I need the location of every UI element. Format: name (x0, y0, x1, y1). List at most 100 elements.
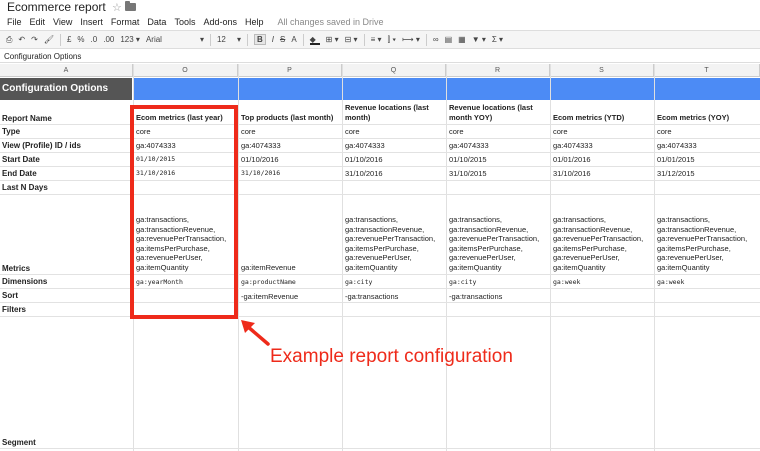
cell-start-date[interactable]: 01/10/2016 (239, 155, 279, 165)
row-label-filters[interactable]: Filters (2, 305, 26, 314)
row-label-segment[interactable]: Segment (2, 438, 36, 447)
menu-insert[interactable]: Insert (80, 17, 103, 27)
cell-start-date[interactable]: 01/10/2016 (343, 155, 383, 165)
row-label-sort[interactable]: Sort (2, 291, 18, 300)
cell-start-date[interactable]: 01/01/2015 (655, 155, 695, 165)
cell-type[interactable]: core (343, 127, 360, 137)
merge-cells-icon[interactable]: ⊟ ▾ (345, 35, 358, 44)
cell-report-name[interactable]: Ecom metrics (YOY) (655, 113, 729, 123)
cell-type[interactable]: core (551, 127, 568, 137)
cell-type[interactable]: core (447, 127, 464, 137)
cell-view-id[interactable]: ga:4074333 (551, 141, 593, 151)
cell-sort[interactable]: -ga:itemRevenue (239, 292, 298, 302)
column-header-r[interactable]: R (446, 64, 550, 77)
font-size-select[interactable]: 12 ▾ (217, 35, 241, 44)
undo-icon[interactable]: ↶ (18, 35, 25, 44)
menu-data[interactable]: Data (147, 17, 166, 27)
cell-end-date[interactable]: 31/10/2016 (551, 169, 591, 179)
column-header-p[interactable]: P (238, 64, 342, 77)
column-header-o[interactable]: O (133, 64, 238, 77)
cell-metrics[interactable]: ga:transactions, ga:transactionRevenue, … (655, 215, 747, 272)
paint-format-icon[interactable]: 🖌︎ (44, 35, 54, 44)
insert-comment-icon[interactable]: ▤ (445, 35, 453, 44)
horizontal-align-icon[interactable]: ≡ ▾ (371, 35, 382, 44)
increase-decimal-button[interactable]: .00 (103, 35, 114, 44)
currency-button[interactable]: £ (67, 35, 71, 44)
print-icon[interactable]: ⎙ (6, 35, 12, 45)
row-label-end-date[interactable]: End Date (2, 169, 37, 178)
cell-report-name[interactable]: Ecom metrics (YTD) (551, 113, 624, 123)
cell-start-date[interactable]: 01/01/2016 (551, 155, 591, 165)
cell-end-date[interactable]: 31/10/2016 (343, 169, 383, 179)
cell-end-date[interactable]: 31/10/2016 (239, 169, 280, 179)
grid-line (0, 274, 760, 275)
column-header-a[interactable]: A (0, 64, 133, 77)
column-header-t[interactable]: T (654, 64, 760, 77)
menu-file[interactable]: File (7, 17, 22, 27)
text-color-button[interactable]: A (291, 35, 296, 44)
cell-metrics[interactable]: ga:transactions, ga:transactionRevenue, … (551, 215, 643, 272)
toolbar-divider (246, 33, 248, 46)
cell-report-name[interactable]: Revenue locations (last month) (343, 103, 429, 122)
vertical-align-icon[interactable]: ⫿ ▾ (387, 35, 396, 45)
cell-metrics[interactable]: ga:itemRevenue (239, 263, 296, 273)
cell-type[interactable]: core (239, 127, 256, 137)
column-header-s[interactable]: S (550, 64, 654, 77)
row-label-start-date[interactable]: Start Date (2, 155, 40, 164)
strikethrough-button[interactable]: S (280, 35, 285, 44)
redo-icon[interactable]: ↷ (31, 35, 38, 44)
cell-report-name[interactable]: Top products (last month) (239, 113, 333, 123)
menu-view[interactable]: View (53, 17, 72, 27)
text-wrap-icon[interactable]: ⟼ ▾ (402, 35, 420, 44)
row-label-metrics[interactable]: Metrics (2, 264, 30, 273)
percent-button[interactable]: % (77, 35, 84, 44)
cell-report-name[interactable]: Revenue locations (last month YOY) (447, 103, 533, 122)
filter-icon[interactable]: ▼ ▾ (472, 35, 486, 44)
menu-help[interactable]: Help (245, 17, 264, 27)
menu-tools[interactable]: Tools (174, 17, 195, 27)
cell-dimensions[interactable]: ga:productName (239, 278, 296, 288)
number-format-button[interactable]: 123 ▾ (120, 35, 140, 44)
cell-view-id[interactable]: ga:4074333 (343, 141, 385, 151)
fill-color-icon[interactable]: ◆ (309, 35, 320, 45)
cell-dimensions[interactable]: ga:week (655, 278, 684, 288)
menu-addons[interactable]: Add-ons (203, 17, 237, 27)
cell-dimensions[interactable]: ga:city (447, 278, 476, 288)
cell-view-id[interactable]: ga:4074333 (447, 141, 489, 151)
decrease-decimal-button[interactable]: .0 (91, 35, 98, 44)
cell-dimensions[interactable]: ga:city (343, 278, 372, 288)
insert-link-icon[interactable]: ∞ (433, 35, 439, 44)
document-title[interactable]: Ecommerce report (7, 0, 106, 14)
cell-type[interactable]: core (655, 127, 672, 137)
cell-view-id[interactable]: ga:4074333 (655, 141, 697, 151)
menu-format[interactable]: Format (111, 17, 140, 27)
cell-sort[interactable]: -ga:transactions (343, 292, 398, 302)
font-select[interactable]: Arial ▾ (146, 35, 204, 44)
cell-sort[interactable]: -ga:transactions (447, 292, 502, 302)
section-title[interactable]: Configuration Options (0, 78, 132, 100)
cell-view-id[interactable]: ga:4074333 (239, 141, 281, 151)
insert-chart-icon[interactable]: ▦ (458, 35, 466, 44)
row-label-dimensions[interactable]: Dimensions (2, 277, 47, 286)
row-label-type[interactable]: Type (2, 127, 20, 136)
borders-icon[interactable]: ⊞ ▾ (326, 35, 339, 44)
formula-bar[interactable]: Configuration Options (0, 50, 760, 63)
cell-metrics[interactable]: ga:transactions, ga:transactionRevenue, … (343, 215, 435, 272)
cell-start-date[interactable]: 01/10/2015 (447, 155, 487, 165)
star-icon[interactable]: ☆ (112, 1, 122, 14)
menu-edit[interactable]: Edit (30, 17, 46, 27)
row-label-report-name[interactable]: Report Name (2, 114, 52, 123)
grid-line (0, 152, 760, 153)
italic-button[interactable]: I (272, 35, 274, 44)
cell-metrics[interactable]: ga:transactions, ga:transactionRevenue, … (447, 215, 539, 272)
row-label-last-n-days[interactable]: Last N Days (2, 183, 48, 192)
column-header-q[interactable]: Q (342, 64, 446, 77)
toolbar-divider (302, 33, 304, 46)
folder-icon[interactable] (125, 1, 136, 11)
functions-icon[interactable]: Σ ▾ (492, 35, 503, 44)
cell-end-date[interactable]: 31/10/2015 (447, 169, 487, 179)
cell-end-date[interactable]: 31/12/2015 (655, 169, 695, 179)
bold-button[interactable]: B (253, 34, 266, 45)
row-label-view-id[interactable]: View (Profile) ID / ids (2, 141, 81, 150)
cell-dimensions[interactable]: ga:week (551, 278, 580, 288)
